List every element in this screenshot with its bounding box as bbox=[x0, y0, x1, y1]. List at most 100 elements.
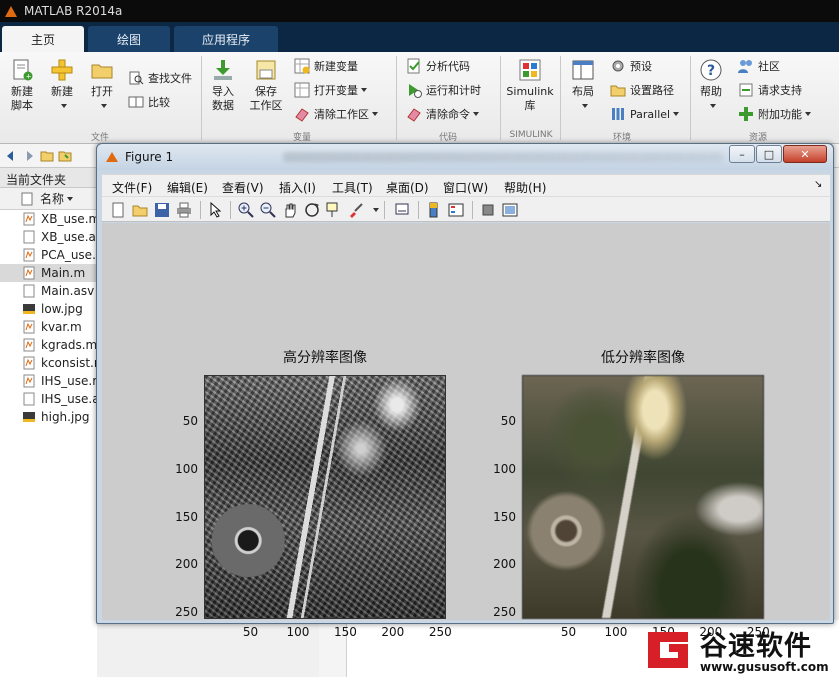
help-button[interactable]: ? 帮助 bbox=[694, 58, 728, 113]
new-figure-icon[interactable] bbox=[110, 202, 126, 218]
x-tick-label: 100 bbox=[286, 625, 310, 639]
x-tick-label: 200 bbox=[381, 625, 405, 639]
ribbon-separator bbox=[396, 56, 397, 140]
menu-help[interactable]: 帮助(H) bbox=[504, 179, 546, 196]
menu-insert[interactable]: 插入(I) bbox=[279, 179, 316, 196]
run-and-time-label: 运行和计时 bbox=[426, 84, 481, 97]
tab-plots[interactable]: 绘图 bbox=[88, 26, 170, 52]
forward-arrow-icon[interactable] bbox=[22, 149, 36, 163]
request-support-icon bbox=[739, 83, 753, 97]
group-label-code: 代码 bbox=[438, 133, 457, 143]
file-list-item[interactable]: kgrads.m bbox=[0, 336, 97, 354]
m-file-icon bbox=[23, 374, 35, 388]
legend-icon[interactable] bbox=[448, 202, 464, 218]
file-list-item[interactable]: low.jpg bbox=[0, 300, 97, 318]
high-resolution-image[interactable] bbox=[204, 375, 446, 619]
chevron-down-icon bbox=[100, 104, 107, 108]
run-and-time-button[interactable]: 运行和计时 bbox=[406, 82, 481, 98]
open-button[interactable]: 打开 bbox=[84, 58, 120, 113]
pan-hand-icon[interactable] bbox=[282, 202, 298, 218]
save-workspace-button[interactable]: 保存 工作区 bbox=[246, 58, 286, 113]
edit-plot-arrow-icon[interactable] bbox=[208, 202, 224, 218]
new-variable-button[interactable]: 新建变量 bbox=[294, 58, 358, 74]
zoom-out-icon[interactable] bbox=[260, 202, 276, 218]
menu-file[interactable]: 文件(F) bbox=[112, 179, 152, 196]
clear-workspace-button[interactable]: 清除工作区 bbox=[294, 106, 378, 122]
open-file-icon[interactable] bbox=[132, 202, 148, 218]
jpg-file-icon bbox=[23, 412, 35, 422]
up-folder-icon[interactable] bbox=[40, 149, 54, 163]
simulink-library-button[interactable]: Simulink 库 bbox=[504, 58, 556, 113]
figure-canvas: 高分辨率图像 50 100 150 200 250 50 100 150 200 250 低分辨率… bbox=[102, 223, 830, 639]
y-tick-label: 150 bbox=[175, 509, 198, 524]
file-list-item[interactable]: PCA_use.m bbox=[0, 246, 97, 264]
file-list-item[interactable]: IHS_use.m bbox=[0, 372, 97, 390]
import-data-button[interactable]: 导入 数据 bbox=[205, 58, 241, 113]
analyze-code-button[interactable]: 分析代码 bbox=[406, 58, 470, 74]
colorbar-icon[interactable] bbox=[426, 202, 442, 218]
set-path-button[interactable]: 设置路径 bbox=[610, 82, 674, 98]
brush-icon[interactable] bbox=[348, 202, 364, 218]
asv-file-icon bbox=[23, 284, 35, 298]
file-list-item[interactable]: XB_use.m bbox=[0, 210, 97, 228]
file-list-item[interactable]: IHS_use.asv bbox=[0, 390, 97, 408]
parallel-label: Parallel bbox=[630, 107, 671, 121]
file-name: high.jpg bbox=[41, 410, 90, 424]
file-list-item[interactable]: Main.asv bbox=[0, 282, 97, 300]
simulink-library-icon bbox=[519, 59, 541, 81]
add-ons-button[interactable]: 附加功能 bbox=[738, 106, 811, 122]
hide-plot-tools-icon[interactable] bbox=[480, 202, 496, 218]
menu-view[interactable]: 查看(V) bbox=[222, 179, 264, 196]
rotate-3d-icon[interactable] bbox=[304, 202, 320, 218]
minimize-button[interactable]: – bbox=[729, 145, 755, 163]
menu-window[interactable]: 窗口(W) bbox=[443, 179, 488, 196]
parallel-icon bbox=[612, 108, 624, 120]
jpg-file-icon bbox=[23, 304, 35, 314]
new-script-button[interactable]: + 新建 脚本 bbox=[4, 58, 40, 113]
data-cursor-icon[interactable] bbox=[326, 202, 342, 218]
file-list-item[interactable]: XB_use.asv bbox=[0, 228, 97, 246]
print-figure-icon[interactable] bbox=[176, 202, 192, 218]
new-script-icon: + bbox=[13, 59, 33, 81]
find-files-button[interactable]: 查找文件 bbox=[128, 70, 192, 86]
tab-apps[interactable]: 应用程序 bbox=[174, 26, 278, 52]
show-plot-tools-icon[interactable] bbox=[502, 202, 518, 218]
preferences-button[interactable]: 预设 bbox=[610, 58, 652, 74]
low-resolution-image[interactable] bbox=[522, 375, 764, 619]
file-list-item[interactable]: kconsist.m bbox=[0, 354, 97, 372]
request-support-button[interactable]: 请求支持 bbox=[738, 82, 802, 98]
current-folder-header: 当前文件夹 bbox=[0, 168, 97, 188]
brush-chevron-down-icon[interactable] bbox=[373, 208, 379, 212]
app-title: MATLAB R2014a bbox=[24, 4, 123, 18]
save-figure-icon[interactable] bbox=[154, 202, 170, 218]
file-column-header[interactable]: 名称 bbox=[0, 188, 97, 210]
close-button[interactable]: ✕ bbox=[783, 145, 827, 163]
file-list-item[interactable]: high.jpg bbox=[0, 408, 97, 426]
file-list-item[interactable]: Main.m bbox=[0, 264, 97, 282]
maximize-button[interactable]: □ bbox=[756, 145, 782, 163]
zoom-in-icon[interactable] bbox=[238, 202, 254, 218]
new-button[interactable]: 新建 bbox=[44, 58, 80, 113]
compare-button[interactable]: 比较 bbox=[128, 94, 170, 110]
chevron-down-icon bbox=[709, 104, 716, 108]
tab-home[interactable]: 主页 bbox=[2, 26, 84, 52]
open-variable-label: 打开变量 bbox=[314, 84, 358, 97]
open-variable-button[interactable]: 打开变量 bbox=[294, 82, 367, 98]
matlab-logo-icon bbox=[4, 4, 18, 18]
clear-commands-button[interactable]: 清除命令 bbox=[406, 106, 479, 122]
menu-edit[interactable]: 编辑(E) bbox=[167, 179, 208, 196]
maximize-icon: □ bbox=[763, 147, 775, 161]
link-plot-icon[interactable] bbox=[394, 202, 410, 218]
menu-desktop[interactable]: 桌面(D) bbox=[386, 179, 429, 196]
menu-tools[interactable]: 工具(T) bbox=[332, 179, 373, 196]
dock-arrow-icon[interactable]: ↘ bbox=[814, 179, 822, 190]
back-arrow-icon[interactable] bbox=[4, 149, 18, 163]
layout-button[interactable]: 布局 bbox=[566, 58, 600, 113]
chevron-down-icon bbox=[673, 112, 680, 116]
parallel-button[interactable]: Parallel bbox=[610, 106, 680, 122]
browse-folder-icon[interactable] bbox=[58, 149, 72, 163]
y-tick-label: 150 bbox=[493, 509, 516, 524]
file-list-item[interactable]: kvar.m bbox=[0, 318, 97, 336]
group-label-resources: 资源 bbox=[748, 133, 767, 143]
community-button[interactable]: 社区 bbox=[738, 58, 780, 74]
